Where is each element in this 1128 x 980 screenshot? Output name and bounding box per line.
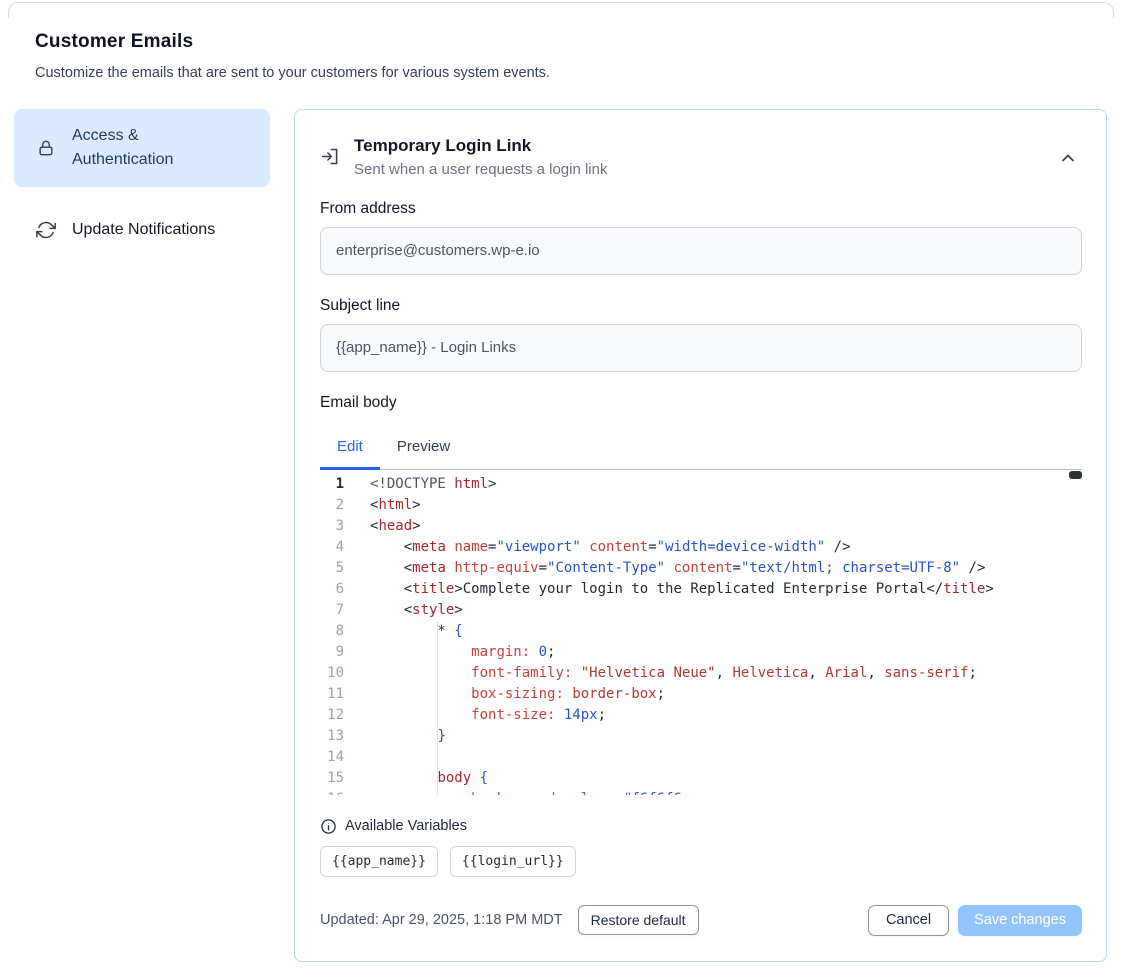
page-subtitle: Customize the emails that are sent to yo…	[35, 65, 1128, 81]
sidebar-item-update-notifications[interactable]: Update Notifications	[14, 203, 270, 257]
indent-guide	[437, 621, 438, 795]
sidebar-item-access-authentication[interactable]: Access & Authentication	[14, 109, 270, 187]
refresh-icon	[36, 220, 56, 240]
subject-line-field: Subject line	[320, 297, 1082, 372]
variable-chips: {{app_name}} {{login_url}}	[320, 846, 1082, 877]
code-line-content: <meta name="viewport" content="width=dev…	[344, 537, 1082, 558]
from-address-field: From address	[320, 200, 1082, 275]
code-line[interactable]: 8 * {	[320, 621, 1082, 642]
top-card-edge	[8, 2, 1114, 18]
code-line-content: <style>	[344, 600, 1082, 621]
code-line-content: font-family: "Helvetica Neue", Helvetica…	[344, 663, 1082, 684]
sidebar-item-label: Access & Authentication	[72, 124, 202, 172]
code-line[interactable]: 7 <style>	[320, 600, 1082, 621]
code-line[interactable]: 1<!DOCTYPE html>	[320, 474, 1082, 495]
restore-default-button[interactable]: Restore default	[578, 905, 699, 935]
subject-line-input[interactable]	[320, 324, 1082, 372]
code-line-content: * {	[344, 621, 1082, 642]
line-number: 7	[320, 600, 344, 621]
variable-chip-app-name[interactable]: {{app_name}}	[320, 846, 438, 877]
chevron-up-icon	[1060, 151, 1076, 168]
email-settings-card: Temporary Login Link Sent when a user re…	[294, 109, 1107, 962]
code-line-content: <title>Complete your login to the Replic…	[344, 579, 1082, 600]
editor-tabs: Edit Preview	[320, 426, 1082, 470]
page-title: Customer Emails	[35, 31, 1128, 53]
code-line-content: <html>	[344, 495, 1082, 516]
card-header-text: Temporary Login Link Sent when a user re…	[354, 135, 607, 178]
line-number: 8	[320, 621, 344, 642]
from-address-label: From address	[320, 200, 1082, 218]
code-line[interactable]: 3<head>	[320, 516, 1082, 537]
lock-icon	[36, 138, 56, 158]
line-number: 12	[320, 705, 344, 726]
code-editor[interactable]: 1<!DOCTYPE html>2<html>3<head>4 <meta na…	[320, 470, 1082, 795]
editor-scrollbar-thumb[interactable]	[1069, 471, 1082, 479]
save-changes-button[interactable]: Save changes	[958, 905, 1082, 936]
line-number: 2	[320, 495, 344, 516]
tab-preview[interactable]: Preview	[380, 426, 467, 469]
card-subtitle: Sent when a user requests a login link	[354, 161, 607, 178]
code-line[interactable]: 12 font-size: 14px;	[320, 705, 1082, 726]
line-number: 3	[320, 516, 344, 537]
code-line[interactable]: 9 margin: 0;	[320, 642, 1082, 663]
login-icon	[320, 146, 341, 167]
email-body-label: Email body	[320, 394, 1082, 412]
code-line-content: <head>	[344, 516, 1082, 537]
line-number: 14	[320, 747, 344, 768]
code-line[interactable]: 5 <meta http-equiv="Content-Type" conten…	[320, 558, 1082, 579]
line-number: 5	[320, 558, 344, 579]
card-footer: Updated: Apr 29, 2025, 1:18 PM MDT Resto…	[320, 905, 1082, 936]
code-line[interactable]: 2<html>	[320, 495, 1082, 516]
line-number: 13	[320, 726, 344, 747]
tab-edit[interactable]: Edit	[320, 426, 380, 469]
cancel-button[interactable]: Cancel	[868, 905, 949, 936]
available-variables-label: Available Variables	[345, 818, 467, 834]
line-number: 6	[320, 579, 344, 600]
code-line-content: <meta http-equiv="Content-Type" content=…	[344, 558, 1082, 579]
code-line[interactable]: 11 box-sizing: border-box;	[320, 684, 1082, 705]
code-line[interactable]: 14	[320, 747, 1082, 768]
line-number: 4	[320, 537, 344, 558]
line-number: 10	[320, 663, 344, 684]
line-number: 1	[320, 474, 344, 495]
code-line[interactable]: 13 }	[320, 726, 1082, 747]
code-line-content: box-sizing: border-box;	[344, 684, 1082, 705]
code-line[interactable]: 10 font-family: "Helvetica Neue", Helvet…	[320, 663, 1082, 684]
info-icon	[320, 818, 337, 835]
code-line[interactable]: 16 background-color: #f6f6f6;	[320, 789, 1082, 795]
code-line-content: margin: 0;	[344, 642, 1082, 663]
code-line[interactable]: 6 <title>Complete your login to the Repl…	[320, 579, 1082, 600]
variable-chip-login-url[interactable]: {{login_url}}	[450, 846, 576, 877]
code-line[interactable]: 4 <meta name="viewport" content="width=d…	[320, 537, 1082, 558]
card-title: Temporary Login Link	[354, 135, 607, 158]
code-line-content: <!DOCTYPE html>	[344, 474, 1082, 495]
code-line-content: }	[344, 726, 1082, 747]
line-number: 9	[320, 642, 344, 663]
code-line-content: background-color: #f6f6f6;	[344, 789, 1082, 795]
code-line-content: body {	[344, 768, 1082, 789]
sidebar: Access & Authentication Update Notificat…	[14, 109, 270, 257]
code-line-content	[344, 747, 1082, 768]
line-number: 11	[320, 684, 344, 705]
code-line-content: font-size: 14px;	[344, 705, 1082, 726]
card-header: Temporary Login Link Sent when a user re…	[320, 135, 1082, 178]
line-number: 15	[320, 768, 344, 789]
code-line[interactable]: 15 body {	[320, 768, 1082, 789]
from-address-input[interactable]	[320, 227, 1082, 275]
content-row: Access & Authentication Update Notificat…	[14, 109, 1107, 962]
line-number: 16	[320, 789, 344, 795]
subject-line-label: Subject line	[320, 297, 1082, 315]
updated-timestamp: Updated: Apr 29, 2025, 1:18 PM MDT	[320, 912, 563, 928]
collapse-button[interactable]	[1056, 147, 1080, 172]
available-variables-row: Available Variables	[320, 818, 1082, 835]
email-body-field: Email body Edit Preview 1<!DOCTYPE html>…	[320, 394, 1082, 795]
sidebar-item-label: Update Notifications	[72, 218, 215, 242]
code-lines: 1<!DOCTYPE html>2<html>3<head>4 <meta na…	[320, 474, 1082, 795]
